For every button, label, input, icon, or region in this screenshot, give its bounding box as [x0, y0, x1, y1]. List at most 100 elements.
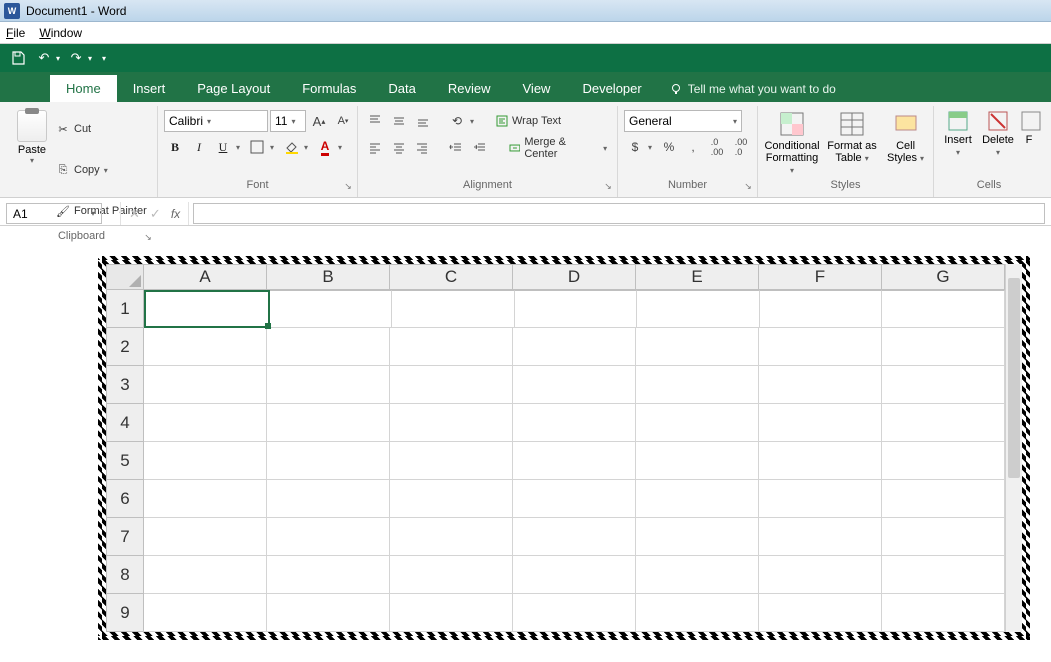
cell[interactable]	[513, 556, 636, 594]
cell[interactable]	[144, 594, 267, 632]
cell[interactable]	[267, 442, 390, 480]
cell[interactable]	[637, 290, 760, 328]
tab-insert[interactable]: Insert	[117, 75, 182, 102]
name-box-dropdown-icon[interactable]: ▾	[91, 209, 95, 218]
column-header[interactable]: C	[390, 264, 513, 290]
cell[interactable]	[390, 328, 513, 366]
increase-font-icon[interactable]: A▴	[308, 110, 330, 132]
undo-icon[interactable]: ↶	[34, 48, 54, 68]
borders-button[interactable]	[246, 136, 268, 158]
number-launcher-icon[interactable]: ↘	[743, 181, 753, 191]
format-cells-button[interactable]: F	[1020, 110, 1038, 146]
tab-review[interactable]: Review	[432, 75, 507, 102]
cell[interactable]	[267, 556, 390, 594]
font-name-combo[interactable]: Calibri▾	[164, 110, 268, 132]
cut-button[interactable]: ✂Cut	[56, 110, 147, 148]
align-middle-icon[interactable]	[388, 110, 410, 132]
cell[interactable]	[390, 404, 513, 442]
redo-icon[interactable]: ↷	[66, 48, 86, 68]
align-right-icon[interactable]	[412, 137, 434, 159]
cell[interactable]	[636, 594, 759, 632]
cell[interactable]	[515, 290, 638, 328]
column-header[interactable]: B	[267, 264, 390, 290]
cell[interactable]	[144, 328, 267, 366]
cell[interactable]	[392, 290, 515, 328]
bold-button[interactable]: B	[164, 136, 186, 158]
insert-cells-button[interactable]: Insert▾	[940, 110, 976, 158]
conditional-formatting-button[interactable]: Conditional Formatting ▾	[764, 110, 820, 176]
cell[interactable]	[513, 480, 636, 518]
cell[interactable]	[882, 442, 1005, 480]
menu-window[interactable]: Window	[39, 26, 82, 40]
cell[interactable]	[513, 594, 636, 632]
cell[interactable]	[759, 404, 882, 442]
format-as-table-button[interactable]: Format as Table ▾	[824, 110, 880, 164]
cell[interactable]	[267, 480, 390, 518]
underline-dropdown[interactable]: ▾	[236, 143, 244, 152]
cell-styles-button[interactable]: Cell Styles ▾	[884, 110, 927, 164]
tab-formulas[interactable]: Formulas	[286, 75, 372, 102]
ole-selection-border[interactable]: A B C D E F G 123456789	[98, 256, 1030, 640]
cell[interactable]	[390, 366, 513, 404]
cell[interactable]	[270, 290, 393, 328]
qat-customize-dropdown[interactable]: ▾	[102, 54, 106, 63]
tab-view[interactable]: View	[507, 75, 567, 102]
merge-dropdown[interactable]: ▾	[603, 144, 611, 153]
column-header[interactable]: A	[144, 264, 267, 290]
cell[interactable]	[636, 518, 759, 556]
cell[interactable]	[882, 290, 1005, 328]
cell[interactable]	[636, 442, 759, 480]
cell[interactable]	[144, 404, 267, 442]
increase-decimal-button[interactable]: .0.00	[706, 136, 728, 158]
insert-function-icon[interactable]: fx	[171, 207, 180, 221]
row-header[interactable]: 9	[106, 594, 144, 632]
cell[interactable]	[759, 328, 882, 366]
increase-indent-icon[interactable]	[469, 137, 491, 159]
accounting-format-button[interactable]: $	[624, 136, 646, 158]
cell[interactable]	[760, 290, 883, 328]
cell[interactable]	[636, 480, 759, 518]
align-center-icon[interactable]	[388, 137, 410, 159]
font-size-combo[interactable]: 11▾	[270, 110, 306, 132]
orientation-dropdown[interactable]: ▾	[470, 117, 478, 126]
cell[interactable]	[144, 556, 267, 594]
column-header[interactable]: D	[513, 264, 636, 290]
borders-dropdown[interactable]: ▾	[270, 143, 278, 152]
row-header[interactable]: 5	[106, 442, 144, 480]
cell[interactable]	[513, 366, 636, 404]
name-box[interactable]: A1 ▾	[6, 203, 102, 224]
tab-page-layout[interactable]: Page Layout	[181, 75, 286, 102]
cell[interactable]	[882, 594, 1005, 632]
cell[interactable]	[636, 404, 759, 442]
font-color-button[interactable]: A	[314, 136, 336, 158]
cell[interactable]	[267, 366, 390, 404]
vertical-scrollbar[interactable]	[1005, 264, 1022, 632]
cell[interactable]	[882, 518, 1005, 556]
cell[interactable]	[267, 518, 390, 556]
paste-button[interactable]: Paste ▾	[12, 110, 52, 165]
tab-home[interactable]: Home	[50, 75, 117, 102]
align-left-icon[interactable]	[364, 137, 386, 159]
cell[interactable]	[759, 480, 882, 518]
merge-center-button[interactable]: Merge & Center	[524, 136, 601, 160]
copy-button[interactable]: ⎘Copy▾	[56, 151, 147, 189]
percent-format-button[interactable]: %	[658, 136, 680, 158]
cell[interactable]	[636, 556, 759, 594]
accounting-dropdown[interactable]: ▾	[648, 143, 656, 152]
column-header[interactable]: E	[636, 264, 759, 290]
cell[interactable]	[759, 518, 882, 556]
tab-developer[interactable]: Developer	[566, 75, 657, 102]
cell[interactable]	[390, 480, 513, 518]
cell[interactable]	[267, 404, 390, 442]
align-top-icon[interactable]	[364, 110, 386, 132]
cell[interactable]	[759, 556, 882, 594]
menu-file[interactable]: File	[6, 26, 25, 40]
delete-cells-button[interactable]: Delete▾	[980, 110, 1016, 158]
row-header[interactable]: 7	[106, 518, 144, 556]
cell[interactable]	[759, 594, 882, 632]
undo-dropdown[interactable]: ▾	[56, 54, 60, 63]
cell[interactable]	[267, 594, 390, 632]
comma-format-button[interactable]: ,	[682, 136, 704, 158]
number-format-combo[interactable]: General▾	[624, 110, 742, 132]
alignment-launcher-icon[interactable]: ↘	[603, 181, 613, 191]
